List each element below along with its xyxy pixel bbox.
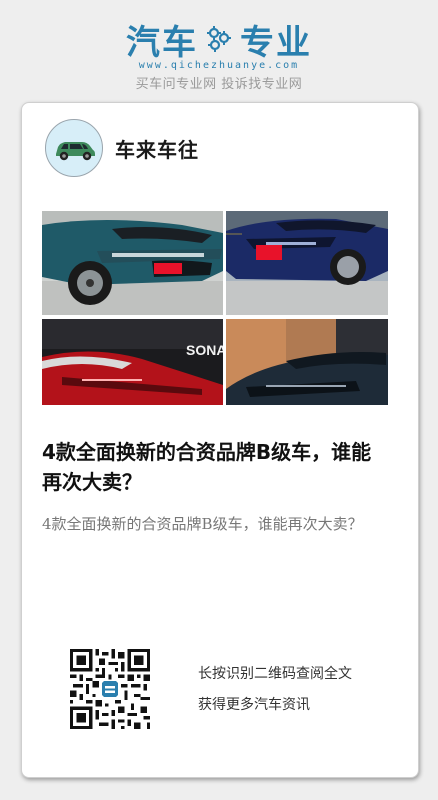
brand-part1: 汽车 [126, 22, 198, 63]
qr-caption: 长按识别二维码查阅全文 获得更多汽车资讯 [198, 659, 352, 721]
author-avatar[interactable] [45, 119, 103, 177]
site-header: 汽车 专业 www.qichezhuanye.com 买车问专业网 投诉找专业网 [0, 18, 438, 93]
photo-dark-sedan[interactable] [226, 319, 388, 405]
site-url: www.qichezhuanye.com [138, 60, 300, 71]
brand-part2: 专业 [240, 22, 312, 63]
article-title[interactable]: 4款全面换新的合资品牌B级车，谁能再次大卖？ [42, 437, 388, 497]
photo-blue-sedan[interactable] [226, 211, 388, 315]
gear-icon [207, 26, 231, 52]
sonata-sign-text: SONA [186, 342, 223, 358]
author-name[interactable]: 车来车往 [115, 134, 199, 163]
photo-teal-sedan[interactable] [42, 211, 223, 315]
qr-code[interactable] [70, 649, 150, 729]
qr-caption-line2: 获得更多汽车资讯 [198, 697, 310, 713]
site-logo[interactable]: 汽车 专业 [0, 18, 438, 63]
article-card[interactable]: 车来车往 SONA 4款全面换新的合资品牌B级车，谁能再次大卖？ 4款全面换新的… [21, 102, 419, 778]
article-summary: 4款全面换新的合资品牌B级车，谁能再次大卖？ [42, 515, 363, 533]
qr-caption-line1: 长按识别二维码查阅全文 [198, 666, 352, 682]
author-info[interactable]: 车来车往 [45, 119, 199, 177]
site-slogan: 买车问专业网 投诉找专业网 [135, 77, 303, 92]
photo-red-sonata[interactable]: SONA [42, 319, 223, 405]
photo-grid: SONA [42, 211, 388, 405]
car-icon [56, 142, 95, 161]
